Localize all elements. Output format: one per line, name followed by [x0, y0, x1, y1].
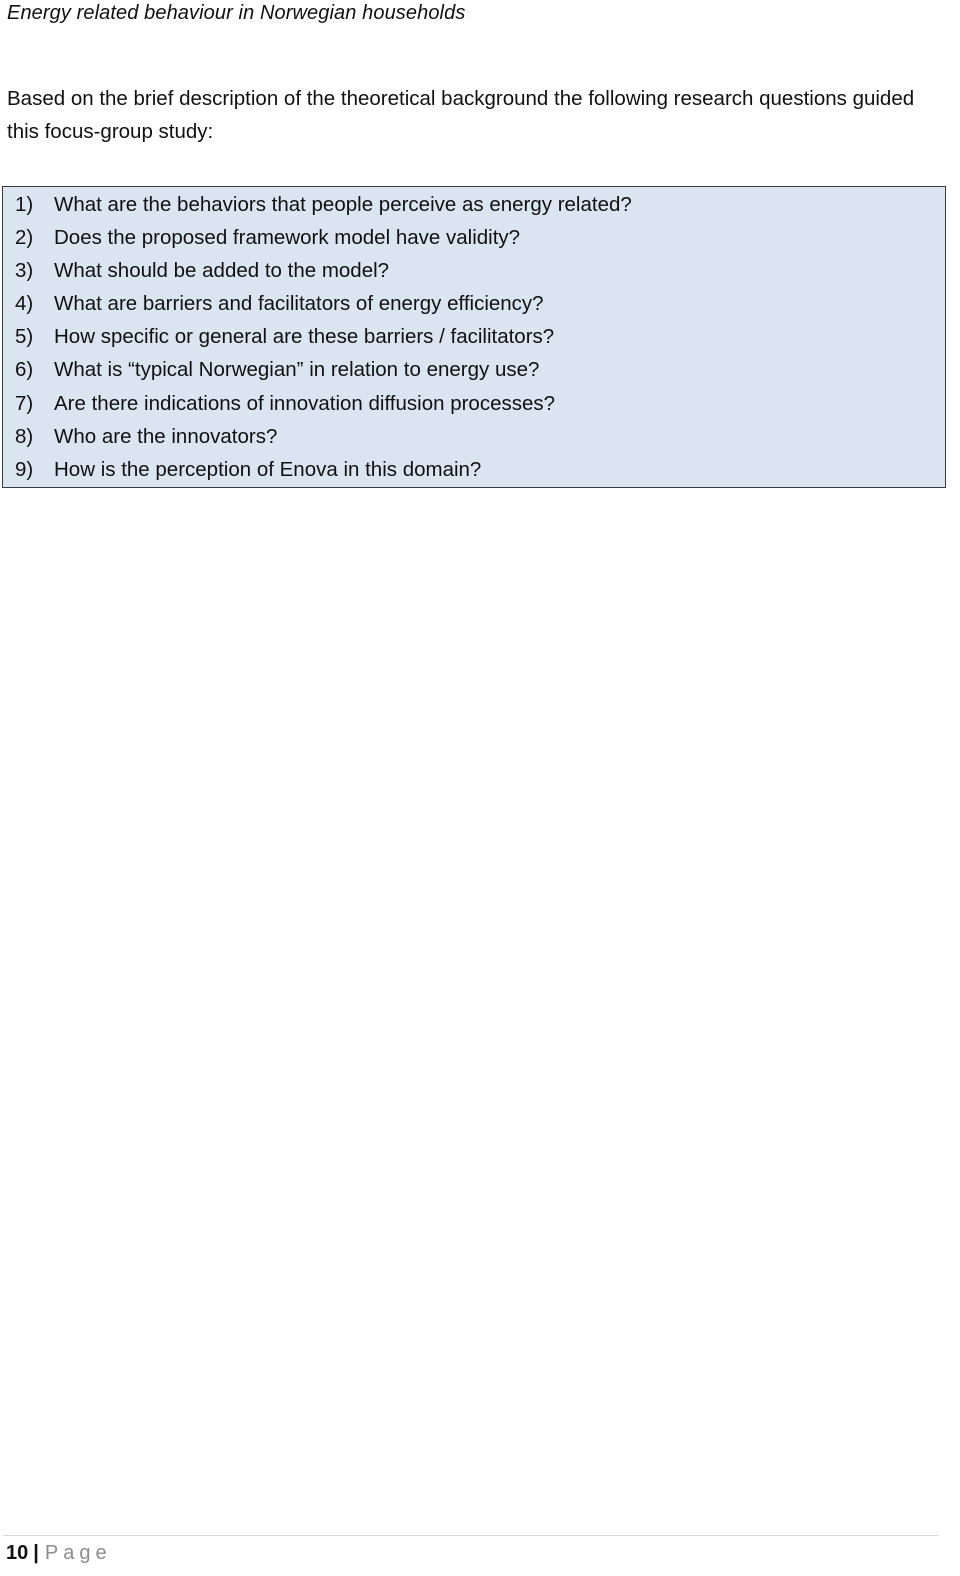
research-question-item: 2) Does the proposed framework model hav…	[15, 221, 632, 254]
research-question-item: 4) What are barriers and facilitators of…	[15, 287, 632, 320]
question-text: What are barriers and facilitators of en…	[54, 292, 544, 316]
research-question-item: 6) What is “typical Norwegian” in relati…	[15, 353, 632, 386]
footer-separator: |	[33, 1542, 39, 1564]
question-text: How is the perception of Enova in this d…	[54, 457, 482, 481]
footer-divider	[3, 1535, 939, 1536]
research-question-item: 9) How is the perception of Enova in thi…	[15, 453, 632, 486]
question-text: Who are the innovators?	[54, 424, 278, 448]
running-header: Energy related behaviour in Norwegian ho…	[7, 2, 466, 24]
question-number: 1)	[15, 193, 34, 216]
question-number: 8)	[15, 424, 34, 448]
question-number: 2)	[15, 226, 34, 250]
research-questions-box: 1) What are the behaviors that people pe…	[2, 186, 946, 488]
research-questions-list: 1) What are the behaviors that people pe…	[15, 188, 632, 486]
question-number: 9)	[15, 457, 34, 481]
question-text: How specific or general are these barrie…	[54, 325, 555, 349]
page-label: Page	[44, 1542, 112, 1564]
question-number: 5)	[15, 325, 34, 349]
question-number: 6)	[15, 358, 34, 382]
page-number: 10	[6, 1542, 29, 1564]
question-text: What is “typical Norwegian” in relation …	[54, 358, 540, 382]
research-question-item: 8) Who are the innovators?	[15, 420, 632, 453]
page-footer: 10 | Page	[6, 1540, 112, 1566]
question-text: Does the proposed framework model have v…	[54, 226, 521, 250]
research-question-item: 7) Are there indications of innovation d…	[15, 387, 632, 420]
intro-paragraph: Based on the brief description of the th…	[7, 87, 915, 143]
question-text: What are the behaviors that people perce…	[54, 193, 632, 216]
research-question-item: 1) What are the behaviors that people pe…	[15, 188, 632, 221]
question-number: 7)	[15, 391, 34, 415]
question-text: Are there indications of innovation diff…	[54, 391, 556, 415]
question-number: 3)	[15, 259, 34, 283]
research-question-item: 3) What should be added to the model?	[15, 254, 632, 287]
question-text: What should be added to the model?	[54, 259, 390, 283]
question-number: 4)	[15, 292, 34, 316]
research-question-item: 5) How specific or general are these bar…	[15, 320, 632, 353]
